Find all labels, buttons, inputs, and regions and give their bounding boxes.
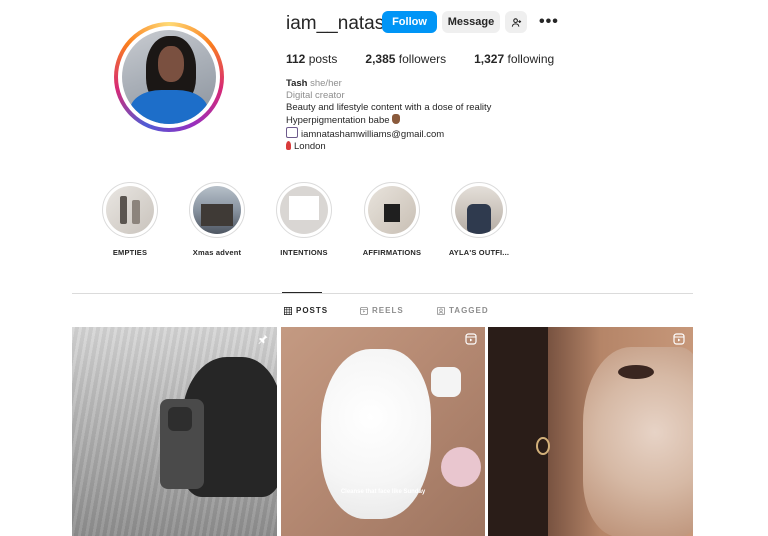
highlight-xmas-advent[interactable]: Xmas advent bbox=[177, 182, 257, 257]
tab-tagged[interactable]: TAGGED bbox=[437, 306, 489, 315]
message-button[interactable]: Message bbox=[442, 11, 500, 33]
profile-bio: Tash she/her Digital creator Beauty and … bbox=[286, 78, 586, 153]
post-thumbnail[interactable] bbox=[72, 327, 277, 536]
follow-button[interactable]: Follow bbox=[382, 11, 437, 33]
add-user-icon bbox=[511, 17, 521, 27]
avatar-border bbox=[118, 26, 220, 128]
profile-category: Digital creator bbox=[286, 90, 345, 101]
profile-display-name: Tash bbox=[286, 78, 308, 89]
reel-icon bbox=[673, 333, 685, 345]
post-overlay-text: Cleanse that face like Sunday bbox=[340, 489, 426, 495]
posts-stat: 112 posts bbox=[286, 52, 338, 66]
envelope-icon bbox=[286, 127, 298, 138]
highlight-cover bbox=[193, 186, 241, 234]
highlight-aylas-outfits[interactable]: AYLA'S OUTFI... bbox=[439, 182, 519, 257]
profile-avatar-ring[interactable] bbox=[114, 22, 224, 132]
followers-stat[interactable]: 2,385 followers bbox=[365, 52, 446, 66]
avatar[interactable] bbox=[122, 30, 216, 124]
highlight-cover bbox=[280, 186, 328, 234]
hand-emoji-icon bbox=[392, 114, 401, 124]
reel-icon bbox=[465, 333, 477, 345]
highlight-intentions[interactable]: INTENTIONS bbox=[264, 182, 344, 257]
highlight-empties[interactable]: EMPTIES bbox=[90, 182, 170, 257]
post-thumbnail[interactable]: Cleanse that face like Sunday bbox=[281, 327, 485, 536]
following-stat[interactable]: 1,327 following bbox=[474, 52, 554, 66]
bio-location-line: London bbox=[286, 141, 586, 153]
tabs-divider bbox=[72, 293, 693, 294]
grid-icon bbox=[284, 306, 292, 315]
more-options-icon[interactable]: ••• bbox=[539, 13, 559, 31]
bio-location: London bbox=[294, 141, 326, 152]
post-thumbnail[interactable] bbox=[488, 327, 693, 536]
reels-icon bbox=[360, 306, 368, 315]
bio-email: iamnatashamwilliams@gmail.com bbox=[301, 129, 445, 140]
highlight-cover bbox=[106, 186, 154, 234]
profile-stats: 112 posts 2,385 followers 1,327 followin… bbox=[286, 52, 582, 66]
tagged-icon bbox=[437, 306, 445, 315]
suggested-users-button[interactable] bbox=[505, 11, 527, 33]
highlight-cover bbox=[455, 186, 503, 234]
pin-icon bbox=[258, 334, 268, 344]
highlight-cover bbox=[368, 186, 416, 234]
tab-reels[interactable]: REELS bbox=[360, 306, 404, 315]
location-pin-icon bbox=[286, 141, 291, 150]
bio-line: Beauty and lifestyle content with a dose… bbox=[286, 102, 492, 113]
bio-line: Hyperpigmentation babe bbox=[286, 114, 586, 127]
bio-email-line: iamnatashamwilliams@gmail.com bbox=[286, 127, 586, 141]
highlight-affirmations[interactable]: AFFIRMATIONS bbox=[352, 182, 432, 257]
tab-posts[interactable]: POSTS bbox=[284, 306, 328, 315]
active-tab-indicator bbox=[282, 292, 322, 293]
pronouns: she/her bbox=[310, 78, 342, 89]
